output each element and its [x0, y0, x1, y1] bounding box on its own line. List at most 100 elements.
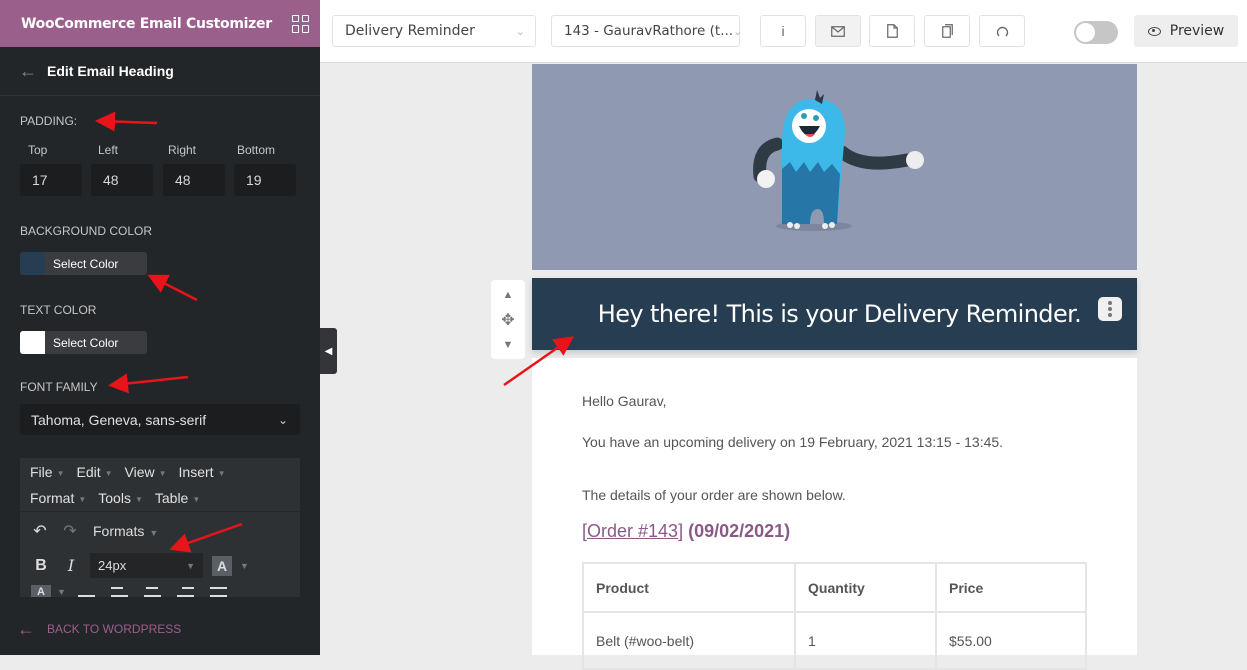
- monster-mascot-image: [753, 90, 924, 231]
- padding-top-input[interactable]: 17: [20, 164, 82, 196]
- drag-handle-icon[interactable]: ✥: [501, 310, 514, 330]
- text-color-picker[interactable]: Select Color: [20, 331, 147, 354]
- align-left-icon[interactable]: [110, 587, 128, 597]
- block-move-controls: ▲ ✥ ▼: [491, 280, 525, 359]
- column-header-product: Product: [582, 562, 796, 613]
- column-header-price: Price: [935, 562, 1087, 613]
- align-justify-icon[interactable]: [209, 587, 227, 597]
- align-right-icon[interactable]: [176, 587, 194, 597]
- background-color-swatch: [20, 252, 45, 275]
- back-to-wordpress-label: BACK TO WORDPRESS: [47, 622, 182, 636]
- chevron-down-icon: ⌄: [515, 24, 525, 38]
- panel-header: ← Edit Email Heading: [0, 47, 320, 96]
- menu-edit[interactable]: Edit ▼: [76, 464, 112, 480]
- align-center-icon[interactable]: [143, 587, 161, 597]
- eye-icon: [1147, 26, 1161, 36]
- order-title: [Order #143] (09/02/2021): [582, 521, 791, 541]
- text-color-button[interactable]: A: [212, 555, 232, 576]
- menu-view[interactable]: View ▼: [125, 464, 167, 480]
- chevron-down-icon: ⌄: [277, 412, 288, 427]
- toolbar-divider: [20, 511, 300, 512]
- info-icon: i: [781, 23, 785, 39]
- order-link[interactable]: Order #143: [587, 521, 678, 541]
- italic-button[interactable]: I: [56, 556, 86, 575]
- padding-top-label: Top: [28, 143, 48, 157]
- document-button[interactable]: [869, 15, 915, 47]
- menu-table[interactable]: Table ▼: [155, 490, 200, 506]
- editor-menubar-row1: File ▼ Edit ▼ View ▼ Insert ▼: [30, 464, 225, 480]
- grid-icon[interactable]: [292, 14, 310, 33]
- back-to-wordpress-link[interactable]: ← BACK TO WORDPRESS: [17, 620, 181, 638]
- undo-icon[interactable]: ↶: [25, 521, 55, 541]
- background-color-label: BACKGROUND COLOR: [20, 224, 153, 238]
- padding-left-label: Left: [98, 143, 119, 157]
- more-options-icon[interactable]: [1098, 297, 1122, 321]
- order-table: Product Quantity Price Belt (#woo-belt) …: [582, 562, 1087, 670]
- toggle-knob: [1076, 23, 1095, 42]
- document-icon: [886, 24, 898, 38]
- font-size-value: 24px: [98, 558, 127, 573]
- padding-bottom-label: Bottom: [237, 143, 276, 157]
- horizontal-line-icon[interactable]: [77, 587, 95, 597]
- order-date: (09/02/2021): [688, 521, 791, 541]
- move-up-icon[interactable]: ▲: [503, 289, 514, 301]
- collapse-sidebar-button[interactable]: ◀: [320, 328, 337, 374]
- bold-button[interactable]: B: [26, 557, 56, 575]
- padding-right-input[interactable]: 48: [163, 164, 225, 196]
- app-header: WooCommerce Email Customizer: [0, 0, 320, 47]
- mail-icon: [831, 25, 845, 37]
- editor-toolbar-row2: B I 24px ▼ A ▼: [20, 553, 300, 578]
- chevron-down-icon: ⌄: [733, 24, 743, 38]
- arrow-left-icon: ←: [17, 619, 35, 639]
- panel-title: Edit Email Heading: [47, 63, 174, 79]
- menu-format[interactable]: Format ▼: [30, 490, 86, 506]
- text-color-swatch: [20, 331, 45, 354]
- font-family-select[interactable]: Tahoma, Geneva, sans-serif ⌄: [20, 404, 300, 435]
- preview-button[interactable]: Preview: [1134, 15, 1238, 47]
- editor-toolbar-row1: ↶ ↷ Formats ▼: [20, 520, 300, 542]
- table-header-row: Product Quantity Price: [582, 562, 1087, 613]
- greeting-text: Hello Gaurav,: [582, 393, 667, 409]
- move-down-icon[interactable]: ▼: [503, 339, 514, 351]
- background-color-picker[interactable]: Select Color: [20, 252, 147, 275]
- email-template-value: Delivery Reminder: [345, 23, 475, 39]
- caret-down-icon[interactable]: ▼: [57, 587, 66, 597]
- select-color-label: Select Color: [53, 335, 119, 350]
- menu-tools[interactable]: Tools ▼: [98, 490, 143, 506]
- padding-label: PADDING:: [20, 114, 78, 128]
- info-button[interactable]: i: [760, 15, 806, 47]
- email-heading-text[interactable]: Hey there! This is your Delivery Reminde…: [598, 300, 1082, 328]
- padding-bottom-input[interactable]: 19: [234, 164, 296, 196]
- cell-product: Belt (#woo-belt): [582, 611, 796, 670]
- font-size-select[interactable]: 24px ▼: [90, 553, 203, 578]
- menu-insert[interactable]: Insert ▼: [179, 464, 226, 480]
- sidebar: WooCommerce Email Customizer ← Edit Emai…: [0, 0, 320, 655]
- cell-quantity: 1: [794, 611, 937, 670]
- padding-left-input[interactable]: 48: [91, 164, 153, 196]
- email-body-block[interactable]: Hello Gaurav, You have an upcoming deliv…: [532, 358, 1137, 670]
- email-heading-block[interactable]: Hey there! This is your Delivery Reminde…: [532, 278, 1137, 350]
- order-select[interactable]: 143 - GauravRathore (t... ⌄: [551, 15, 743, 47]
- order-value: 143 - GauravRathore (t...: [564, 23, 734, 39]
- formats-dropdown[interactable]: Formats ▼: [93, 523, 158, 539]
- background-color-button[interactable]: A: [31, 585, 51, 597]
- arrow-left-icon[interactable]: ←: [19, 62, 37, 80]
- menu-file[interactable]: File ▼: [30, 464, 64, 480]
- copy-icon: [941, 24, 953, 38]
- redo-icon[interactable]: ↷: [55, 521, 85, 541]
- email-button[interactable]: [815, 15, 861, 47]
- details-text: The details of your order are shown belo…: [582, 487, 846, 503]
- toggle-switch[interactable]: [1074, 21, 1118, 44]
- editor-menubar-row2: Format ▼ Tools ▼ Table ▼: [30, 490, 200, 506]
- email-header-image[interactable]: [532, 64, 1137, 270]
- caret-down-icon[interactable]: ▼: [240, 561, 249, 571]
- top-toolbar: Delivery Reminder ⌄ 143 - GauravRathore …: [320, 0, 1247, 63]
- caret-down-icon: ▼: [186, 560, 195, 571]
- delivery-text: You have an upcoming delivery on 19 Febr…: [582, 434, 1004, 450]
- rich-text-editor: File ▼ Edit ▼ View ▼ Insert ▼ Format ▼ Tools ▼…: [20, 458, 300, 597]
- refresh-button[interactable]: [979, 15, 1025, 47]
- caret-left-icon: ◀: [324, 345, 333, 357]
- copy-button[interactable]: [924, 15, 970, 47]
- text-color-label: TEXT COLOR: [20, 303, 97, 317]
- email-template-select[interactable]: Delivery Reminder ⌄: [332, 15, 536, 47]
